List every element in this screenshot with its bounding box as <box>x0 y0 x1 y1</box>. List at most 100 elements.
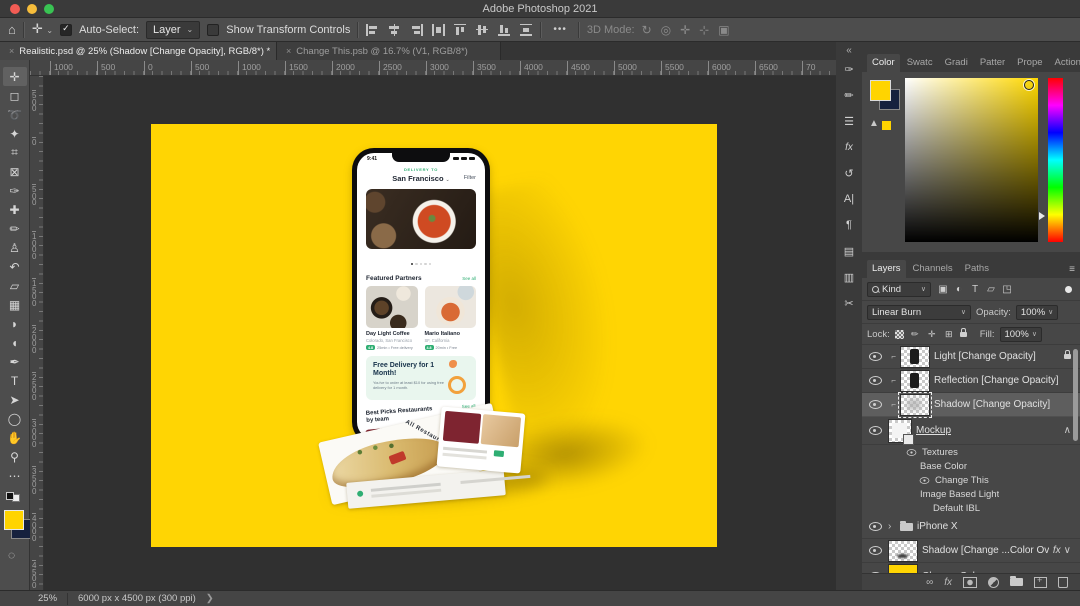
tool-presets-panel-icon[interactable]: ✂ <box>836 290 862 316</box>
layer-thumbnail[interactable] <box>900 346 930 368</box>
status-chevron-icon[interactable]: ❯ <box>206 593 214 604</box>
tab-paths[interactable]: Paths <box>960 260 994 278</box>
crop-tool[interactable]: ⌗ <box>3 143 27 162</box>
link-layers-icon[interactable]: ∞ <box>926 577 933 588</box>
new-adjustment-layer-icon[interactable] <box>988 577 999 588</box>
auto-select-target-dropdown[interactable]: Layer⌄ <box>146 21 200 39</box>
lock-pixels-icon[interactable]: ✏ <box>909 329 921 340</box>
document-tab-1[interactable]: ×Realistic.psd @ 25% (Shadow [Change Opa… <box>0 42 277 60</box>
visibility-eye-icon[interactable] <box>920 477 930 484</box>
foreground-color-swatch[interactable] <box>4 510 24 530</box>
eyedropper-tool[interactable]: ✑ <box>3 181 27 200</box>
align-middle-icon[interactable] <box>476 24 489 36</box>
brush-tool[interactable]: ✏ <box>3 219 27 238</box>
gamut-warning-swatch[interactable] <box>882 121 891 130</box>
layer-thumbnail[interactable] <box>888 564 918 574</box>
opacity-field[interactable]: 100%∨ <box>1016 305 1058 320</box>
pen-tool[interactable]: ✒ <box>3 352 27 371</box>
layer-thumbnail[interactable] <box>888 540 918 562</box>
visibility-toggle[interactable] <box>866 546 884 555</box>
document-canvas[interactable]: 9:41 DELIVERY TO San Francisco⌄ Filter F… <box>151 124 717 547</box>
lock-position-icon[interactable]: ✛ <box>926 329 938 340</box>
add-layer-mask-icon[interactable] <box>963 577 977 588</box>
align-bottom-icon[interactable] <box>498 24 511 36</box>
type-tool[interactable]: T <box>3 371 27 390</box>
close-tab-icon[interactable]: × <box>9 46 14 56</box>
layer-row[interactable]: Default IBL <box>862 501 1080 515</box>
tab-swatc[interactable]: Swatc <box>902 54 938 72</box>
gamut-warning-icon[interactable]: ▲ <box>869 118 879 129</box>
new-layer-icon[interactable] <box>1034 577 1047 588</box>
shape-tool[interactable]: ◯ <box>3 409 27 428</box>
layer-row[interactable]: ›iPhone X <box>862 515 1080 539</box>
layer-fx-icon[interactable]: fx <box>1053 545 1061 556</box>
blend-mode-dropdown[interactable]: Linear Burn∨ <box>867 305 971 320</box>
layer-row[interactable]: Change Color <box>862 563 1080 573</box>
distribute-h-icon[interactable] <box>432 24 445 36</box>
eraser-tool[interactable]: ▱ <box>3 276 27 295</box>
fill-field[interactable]: 100%∨ <box>1000 327 1042 342</box>
collapse-panels-icon[interactable]: « <box>836 45 862 56</box>
brush-settings-panel-icon[interactable]: ✑ <box>836 56 862 82</box>
delete-layer-icon[interactable] <box>1058 577 1068 588</box>
character-panel-icon[interactable]: A| <box>836 186 862 212</box>
show-transform-controls-checkbox[interactable] <box>207 24 219 36</box>
filter-type-layers-icon[interactable]: T <box>968 284 982 295</box>
layer-thumbnail[interactable] <box>888 419 912 443</box>
hue-strip[interactable] <box>1048 78 1063 242</box>
foreground-color-swatch[interactable] <box>870 80 891 101</box>
notes-panel-icon[interactable]: ▥ <box>836 264 862 290</box>
styles-panel-icon[interactable]: fx <box>836 134 862 160</box>
hand-tool[interactable]: ✋ <box>3 428 27 447</box>
magic-wand-tool[interactable]: ✦ <box>3 124 27 143</box>
layer-row[interactable]: ¬Light [Change Opacity] <box>862 345 1080 369</box>
align-center-h-icon[interactable] <box>388 24 401 36</box>
healing-brush-tool[interactable]: ✚ <box>3 200 27 219</box>
layer-row[interactable]: ¬Reflection [Change Opacity] <box>862 369 1080 393</box>
tab-gradi[interactable]: Gradi <box>940 54 973 72</box>
libraries-panel-icon[interactable]: ▤ <box>836 238 862 264</box>
clone-stamp-tool[interactable]: ♙ <box>3 238 27 257</box>
move-tool-options-icon[interactable]: ✛ ⌄ <box>32 22 53 37</box>
visibility-toggle[interactable] <box>866 400 884 409</box>
frame-tool[interactable]: ⊠ <box>3 162 27 181</box>
history-brush-tool[interactable]: ↶ <box>3 257 27 276</box>
chevron-down-icon[interactable]: ∨ <box>1064 545 1071 556</box>
lasso-tool[interactable]: ➰ <box>3 105 27 124</box>
layer-row[interactable]: Change This <box>862 473 1080 487</box>
lock-transparency-icon[interactable] <box>895 330 904 339</box>
tab-channels[interactable]: Channels <box>908 260 958 278</box>
layer-styles-icon[interactable]: fx <box>944 577 952 588</box>
visibility-eye-icon[interactable] <box>907 449 917 456</box>
filter-kind-dropdown[interactable]: Kind ∨ <box>867 282 931 297</box>
color-picker-ring[interactable] <box>1024 80 1034 90</box>
marquee-tool[interactable]: ◻ <box>3 86 27 105</box>
paragraph-panel-icon[interactable]: ¶ <box>836 212 862 238</box>
zoom-level-field[interactable]: 25% <box>38 593 57 604</box>
swap-colors-icon[interactable] <box>6 492 20 502</box>
home-icon[interactable]: ⌂ <box>8 23 16 36</box>
tab-layers[interactable]: Layers <box>867 260 906 278</box>
brushes-panel-icon[interactable]: ✏ <box>836 82 862 108</box>
hue-slider-arrow[interactable] <box>1039 212 1045 220</box>
gradient-tool[interactable]: ▦ <box>3 295 27 314</box>
tab-prope[interactable]: Prope <box>1012 54 1047 72</box>
tab-action[interactable]: Action <box>1050 54 1080 72</box>
path-select-tool[interactable]: ➤ <box>3 390 27 409</box>
filter-smart-objects-icon[interactable]: ◳ <box>1000 284 1014 295</box>
layers-scrollbar[interactable] <box>1073 349 1078 441</box>
saturation-brightness-field[interactable] <box>905 78 1038 242</box>
more-align-options-button[interactable]: ••• <box>549 23 571 36</box>
layer-row[interactable]: Shadow [Change ...Color Overlay]fx∨ <box>862 539 1080 563</box>
align-top-icon[interactable] <box>454 24 467 36</box>
tab-patter[interactable]: Patter <box>975 54 1010 72</box>
filter-adjustment-layers-icon[interactable]: ◐ <box>952 284 966 295</box>
layer-thumbnail[interactable] <box>900 394 930 416</box>
align-left-icon[interactable] <box>366 24 379 36</box>
tab-color[interactable]: Color <box>867 54 900 72</box>
new-group-icon[interactable] <box>1010 578 1023 586</box>
filter-shape-layers-icon[interactable]: ▱ <box>984 284 998 295</box>
visibility-toggle[interactable] <box>866 352 884 361</box>
quick-mask-icon[interactable]: ◌ <box>8 548 15 562</box>
expand-group-icon[interactable]: › <box>888 521 896 532</box>
